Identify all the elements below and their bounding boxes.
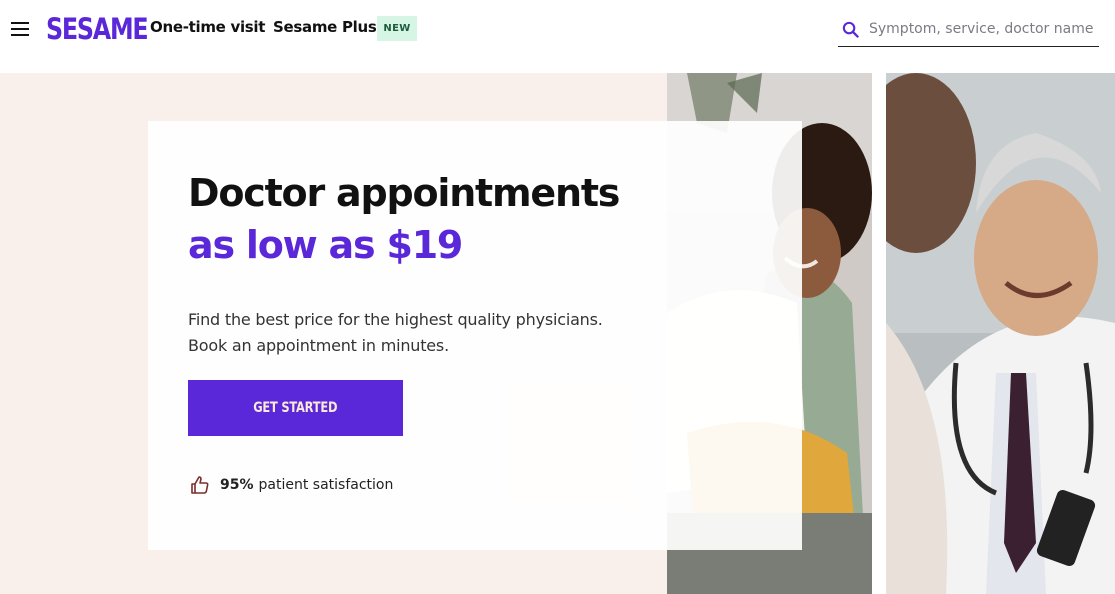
get-started-button[interactable]: GET STARTED xyxy=(188,380,403,436)
get-started-label: GET STARTED xyxy=(253,400,338,416)
new-badge: NEW xyxy=(377,16,417,41)
hero-title: Doctor appointments as low as $19 xyxy=(188,167,620,271)
search-bar xyxy=(838,12,1099,47)
photo-divider xyxy=(872,73,886,594)
site-header: SESAME One-time visit Sesame Plus NEW xyxy=(0,0,1115,73)
hero-photo-doctor xyxy=(886,73,1115,594)
nav-one-time-visit[interactable]: One-time visit xyxy=(150,18,265,36)
nav-sesame-plus[interactable]: Sesame Plus xyxy=(273,18,377,36)
hero-card: Doctor appointments as low as $19 Find t… xyxy=(148,121,802,550)
search-icon[interactable] xyxy=(842,21,859,38)
thumbs-up-icon xyxy=(191,476,209,494)
hero-subtitle-line2: Book an appointment in minutes. xyxy=(188,336,449,355)
hero-subtitle: Find the best price for the highest qual… xyxy=(188,307,603,359)
sesame-logo[interactable]: SESAME xyxy=(46,12,149,46)
search-input[interactable] xyxy=(869,17,1097,41)
hero-subtitle-line1: Find the best price for the highest qual… xyxy=(188,310,603,329)
satisfaction-value: 95% xyxy=(220,477,254,493)
hero-title-line2: as low as $19 xyxy=(188,223,463,267)
hero-title-line1: Doctor appointments xyxy=(188,171,620,215)
satisfaction-text: patient satisfaction xyxy=(258,477,394,493)
hero-section: Doctor appointments as low as $19 Find t… xyxy=(0,73,1115,594)
satisfaction-rating: 95% patient satisfaction xyxy=(190,473,393,497)
hamburger-menu-icon[interactable] xyxy=(11,21,29,37)
